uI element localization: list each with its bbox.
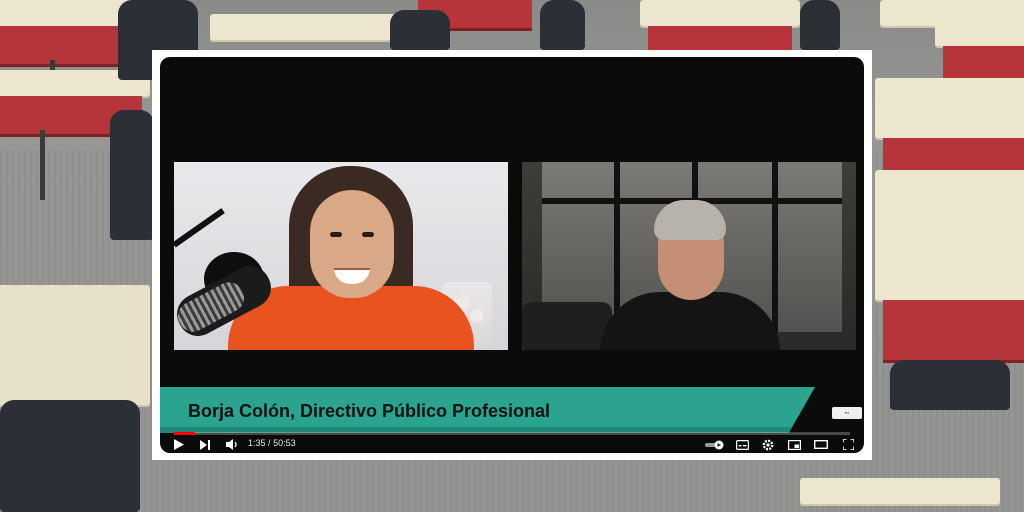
player-controls: 1:35 / 50:53	[160, 436, 864, 453]
video-frame: Borja Colón, Directivo Público Profesion…	[152, 50, 872, 460]
chair	[390, 10, 450, 50]
current-time: 1:35	[248, 438, 266, 448]
fullscreen-icon[interactable]	[840, 436, 856, 453]
chair	[540, 0, 585, 50]
chair	[800, 0, 840, 50]
play-icon[interactable]	[172, 436, 186, 453]
next-icon[interactable]	[198, 436, 212, 453]
lower-third-banner: Borja Colón, Directivo Público Profesion…	[160, 387, 815, 433]
progress-played	[174, 432, 195, 435]
time-separator: /	[268, 438, 271, 448]
autoplay-toggle-icon[interactable]	[704, 436, 726, 453]
total-time: 50:53	[273, 438, 296, 448]
volume-icon[interactable]	[224, 436, 240, 453]
participant-video-right	[522, 162, 856, 350]
chair	[0, 400, 140, 512]
desk	[800, 478, 1000, 512]
subtitles-icon[interactable]	[734, 436, 750, 453]
theater-mode-icon[interactable]	[812, 436, 830, 453]
chair	[110, 110, 154, 240]
desk	[875, 170, 1024, 370]
time-display: 1:35 / 50:53	[248, 438, 296, 448]
progress-bar[interactable]	[174, 432, 850, 435]
miniplayer-icon[interactable]	[786, 436, 802, 453]
settings-icon[interactable]	[760, 436, 776, 453]
chair	[890, 360, 1010, 410]
speaker-name-caption: Borja Colón, Directivo Público Profesion…	[188, 401, 551, 421]
participant-video-left	[174, 162, 508, 350]
video-player[interactable]: Borja Colón, Directivo Público Profesion…	[160, 57, 864, 453]
channel-watermark[interactable]: ▪▪▪	[832, 407, 862, 419]
